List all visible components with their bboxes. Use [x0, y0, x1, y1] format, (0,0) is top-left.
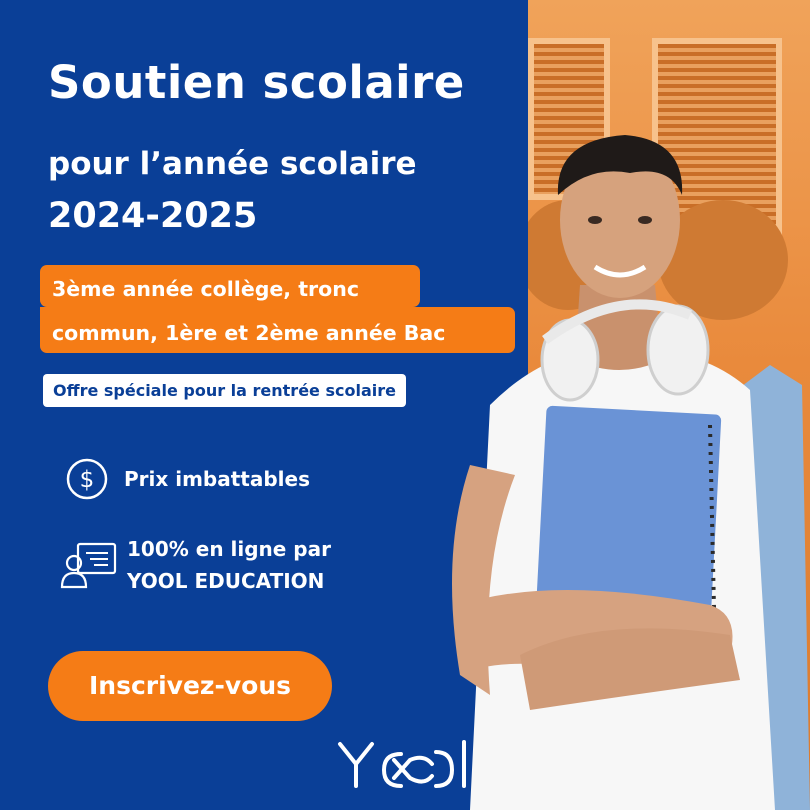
offer-badge: Offre spéciale pour la rentrée scolaire [43, 374, 406, 407]
levels-line: 3ème année collège, tronc [52, 277, 359, 301]
feature-online-line: YOOL EDUCATION [127, 569, 325, 593]
dollar-circle-icon: $ [66, 458, 108, 500]
levels-text: 3ème année collège, tronc commun, 1ère e… [52, 270, 522, 352]
feature-online-line: 100% en ligne par [127, 537, 331, 561]
feature-price: Prix imbattables [124, 467, 311, 491]
yool-logo [338, 740, 466, 788]
online-class-icon [60, 542, 117, 589]
school-year: 2024-2025 [48, 196, 258, 236]
subtitle: pour l’année scolaire 2024-2025 [48, 138, 417, 242]
svg-text:$: $ [80, 467, 95, 493]
student-photo [452, 135, 810, 810]
levels-line: commun, 1ère et 2ème année Bac [52, 321, 446, 345]
levels-badge: 3ème année collège, tronc commun, 1ère e… [40, 265, 515, 353]
headline: Soutien scolaire [48, 56, 465, 109]
ad-banner: Soutien scolaire pour l’année scolaire 2… [0, 0, 810, 810]
signup-button[interactable]: Inscrivez-vous [48, 651, 332, 721]
subtitle-line: pour l’année scolaire [48, 146, 417, 182]
feature-online: 100% en ligne par YOOL EDUCATION [127, 533, 331, 597]
